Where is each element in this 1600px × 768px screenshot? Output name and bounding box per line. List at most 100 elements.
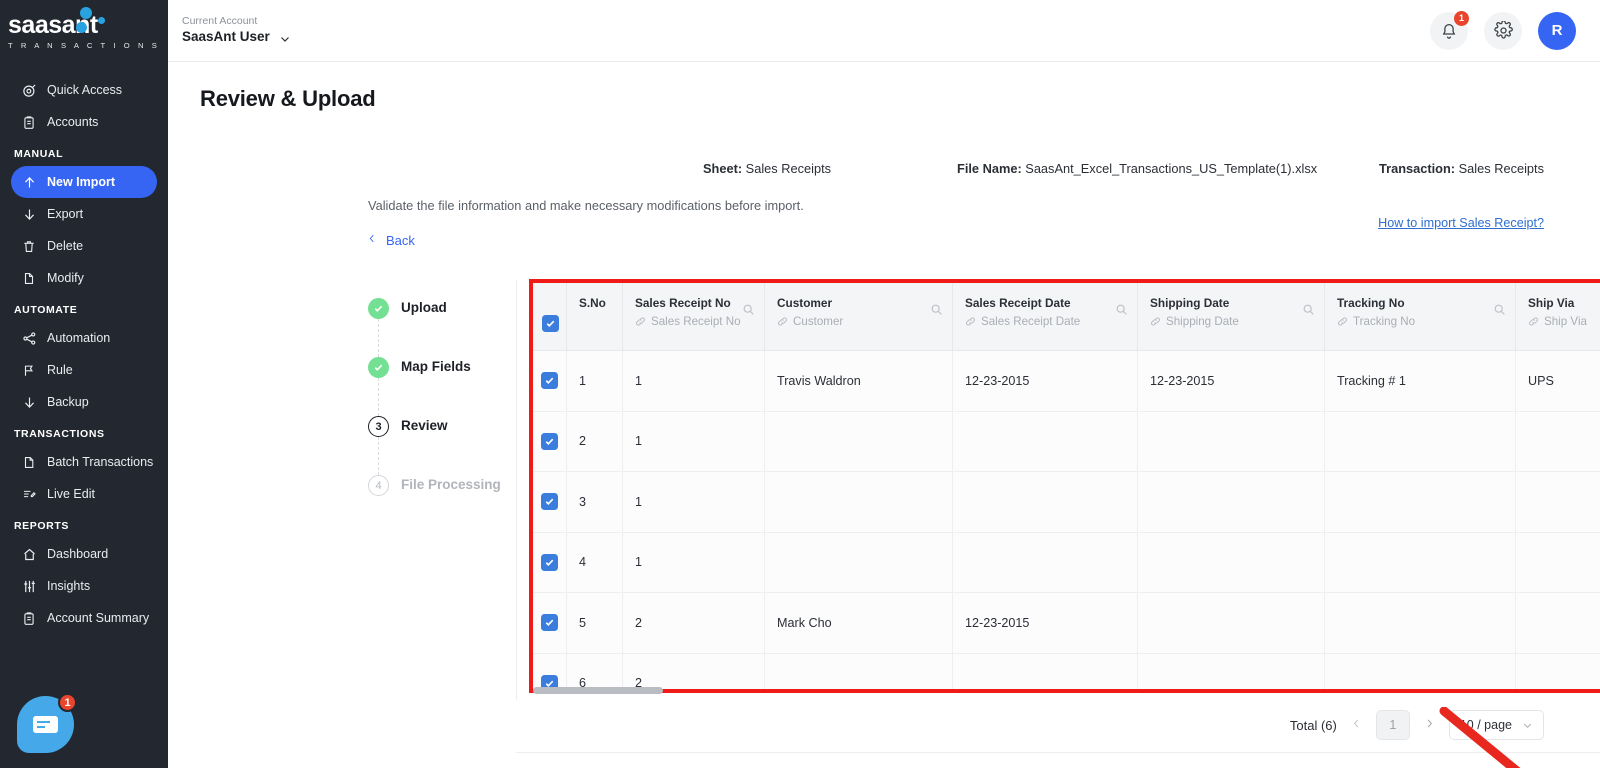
back-button[interactable]: Back xyxy=(367,232,415,248)
stepper-item-review[interactable]: 3 Review xyxy=(368,416,518,475)
column-mapping-text: Customer xyxy=(793,314,843,329)
row-checkbox[interactable] xyxy=(541,614,558,631)
file-edit-icon xyxy=(20,269,38,287)
sheet-meta-label: Sheet: xyxy=(703,161,742,176)
notifications-button[interactable]: 1 xyxy=(1430,12,1468,50)
cell-sales-receipt-no[interactable]: 1 xyxy=(623,351,765,411)
search-icon[interactable] xyxy=(742,303,755,321)
cell-customer[interactable]: Travis Waldron xyxy=(765,351,953,411)
cell-customer[interactable] xyxy=(765,533,953,593)
cell-tracking-no[interactable] xyxy=(1325,533,1516,593)
sidebar-item-modify[interactable]: Modify xyxy=(11,262,157,294)
cell-customer[interactable] xyxy=(765,412,953,472)
settings-button[interactable] xyxy=(1484,12,1522,50)
column-header-sales-receipt-date[interactable]: Sales Receipt Date Sales Receipt Date xyxy=(953,283,1138,350)
table-horizontal-scrollbar[interactable] xyxy=(533,687,663,694)
cell-tracking-no[interactable] xyxy=(1325,654,1516,694)
sidebar-item-live-edit[interactable]: Live Edit xyxy=(11,478,157,510)
cell-shipping-date[interactable]: 12-23-2015 xyxy=(1138,351,1325,411)
table-row[interactable]: 2 1 xyxy=(533,412,1600,473)
table-row[interactable]: 5 2 Mark Cho 12-23-2015 xyxy=(533,593,1600,654)
cell-sales-receipt-date[interactable] xyxy=(953,412,1138,472)
cell-sales-receipt-no[interactable]: 1 xyxy=(623,472,765,532)
table-row[interactable]: 6 2 xyxy=(533,654,1600,694)
main-area: Current Account SaasAnt User 1 xyxy=(168,0,1600,768)
cell-ship-via[interactable] xyxy=(1516,472,1600,532)
sidebar-item-automation[interactable]: Automation xyxy=(11,322,157,354)
cell-ship-via[interactable] xyxy=(1516,593,1600,653)
table-row[interactable]: 1 1 Travis Waldron 12-23-2015 12-23-2015… xyxy=(533,351,1600,412)
cell-sales-receipt-date[interactable] xyxy=(953,654,1138,694)
row-checkbox[interactable] xyxy=(541,493,558,510)
column-header-shipping-date[interactable]: Shipping Date Shipping Date xyxy=(1138,283,1325,350)
row-checkbox[interactable] xyxy=(541,433,558,450)
search-icon[interactable] xyxy=(1115,303,1128,321)
cell-shipping-date[interactable] xyxy=(1138,654,1325,694)
sidebar-item-label: Quick Access xyxy=(47,83,122,97)
column-header-customer[interactable]: Customer Customer xyxy=(765,283,953,350)
sidebar-item-insights[interactable]: Insights xyxy=(11,570,157,602)
column-header-sales-receipt-no[interactable]: Sales Receipt No Sales Receipt No xyxy=(623,283,765,350)
pagination-page-1[interactable]: 1 xyxy=(1376,710,1410,740)
column-title: S.No xyxy=(579,296,612,312)
cell-tracking-no[interactable]: Tracking # 1 xyxy=(1325,351,1516,411)
account-switcher[interactable]: Current Account SaasAnt User xyxy=(182,15,290,47)
pagination-prev-button[interactable] xyxy=(1349,717,1364,733)
cell-tracking-no[interactable] xyxy=(1325,412,1516,472)
cell-shipping-date[interactable] xyxy=(1138,593,1325,653)
sidebar-item-batch-transactions[interactable]: Batch Transactions xyxy=(11,446,157,478)
cell-ship-via[interactable]: UPS xyxy=(1516,351,1600,411)
column-header-ship-via[interactable]: Ship Via Ship Via xyxy=(1516,283,1600,350)
cell-customer[interactable] xyxy=(765,472,953,532)
sidebar-item-dashboard[interactable]: Dashboard xyxy=(11,538,157,570)
sidebar-item-backup[interactable]: Backup xyxy=(11,386,157,418)
cell-sales-receipt-date[interactable]: 12-23-2015 xyxy=(953,351,1138,411)
cell-sales-receipt-date[interactable] xyxy=(953,533,1138,593)
app-logo[interactable]: saasant T R A N S A C T I O N S xyxy=(0,0,168,62)
search-icon[interactable] xyxy=(1302,303,1315,321)
cell-sales-receipt-no[interactable]: 2 xyxy=(623,593,765,653)
search-icon[interactable] xyxy=(930,303,943,321)
avatar[interactable]: R xyxy=(1538,12,1576,50)
cell-sales-receipt-no[interactable]: 1 xyxy=(623,533,765,593)
column-mapping-text: Shipping Date xyxy=(1166,314,1239,329)
column-header-tracking-no[interactable]: Tracking No Tracking No xyxy=(1325,283,1516,350)
sidebar-item-accounts[interactable]: Accounts xyxy=(11,106,157,138)
stepper-item-upload[interactable]: Upload xyxy=(368,298,518,357)
sidebar-item-account-summary[interactable]: Account Summary xyxy=(11,602,157,634)
cell-customer[interactable]: Mark Cho xyxy=(765,593,953,653)
chat-support-button[interactable]: 1 xyxy=(17,696,74,753)
link-icon xyxy=(635,316,646,327)
cell-sales-receipt-date[interactable]: 12-23-2015 xyxy=(953,593,1138,653)
cell-shipping-date[interactable] xyxy=(1138,472,1325,532)
row-checkbox[interactable] xyxy=(541,554,558,571)
cell-shipping-date[interactable] xyxy=(1138,533,1325,593)
cell-shipping-date[interactable] xyxy=(1138,412,1325,472)
cell-tracking-no[interactable] xyxy=(1325,593,1516,653)
row-checkbox[interactable] xyxy=(541,372,558,389)
how-to-import-link[interactable]: How to import Sales Receipt? xyxy=(1378,216,1544,230)
search-icon[interactable] xyxy=(1493,303,1506,321)
pagination-next-button[interactable] xyxy=(1422,717,1437,733)
chat-bubble-icon xyxy=(33,716,58,733)
sidebar-item-quick-access[interactable]: Quick Access xyxy=(11,74,157,106)
cell-sales-receipt-date[interactable] xyxy=(953,472,1138,532)
sidebar-item-rule[interactable]: Rule xyxy=(11,354,157,386)
cell-ship-via[interactable] xyxy=(1516,654,1600,694)
cell-customer[interactable] xyxy=(765,654,953,694)
transaction-meta: Transaction: Sales Receipts xyxy=(1379,161,1544,176)
cell-sales-receipt-no[interactable]: 1 xyxy=(623,412,765,472)
table-row[interactable]: 3 1 xyxy=(533,472,1600,533)
sidebar-item-new-import[interactable]: New Import xyxy=(11,166,157,198)
cell-ship-via[interactable] xyxy=(1516,533,1600,593)
sidebar-item-delete[interactable]: Delete xyxy=(11,230,157,262)
cell-tracking-no[interactable] xyxy=(1325,472,1516,532)
chevron-down-icon[interactable] xyxy=(279,32,290,43)
sidebar-item-export[interactable]: Export xyxy=(11,198,157,230)
stepper-item-map-fields[interactable]: Map Fields xyxy=(368,357,518,416)
column-title: Ship Via xyxy=(1528,296,1600,312)
select-all-checkbox[interactable] xyxy=(542,315,559,332)
page-size-select[interactable]: 10 / page xyxy=(1449,710,1544,740)
cell-ship-via[interactable] xyxy=(1516,412,1600,472)
table-row[interactable]: 4 1 xyxy=(533,533,1600,594)
